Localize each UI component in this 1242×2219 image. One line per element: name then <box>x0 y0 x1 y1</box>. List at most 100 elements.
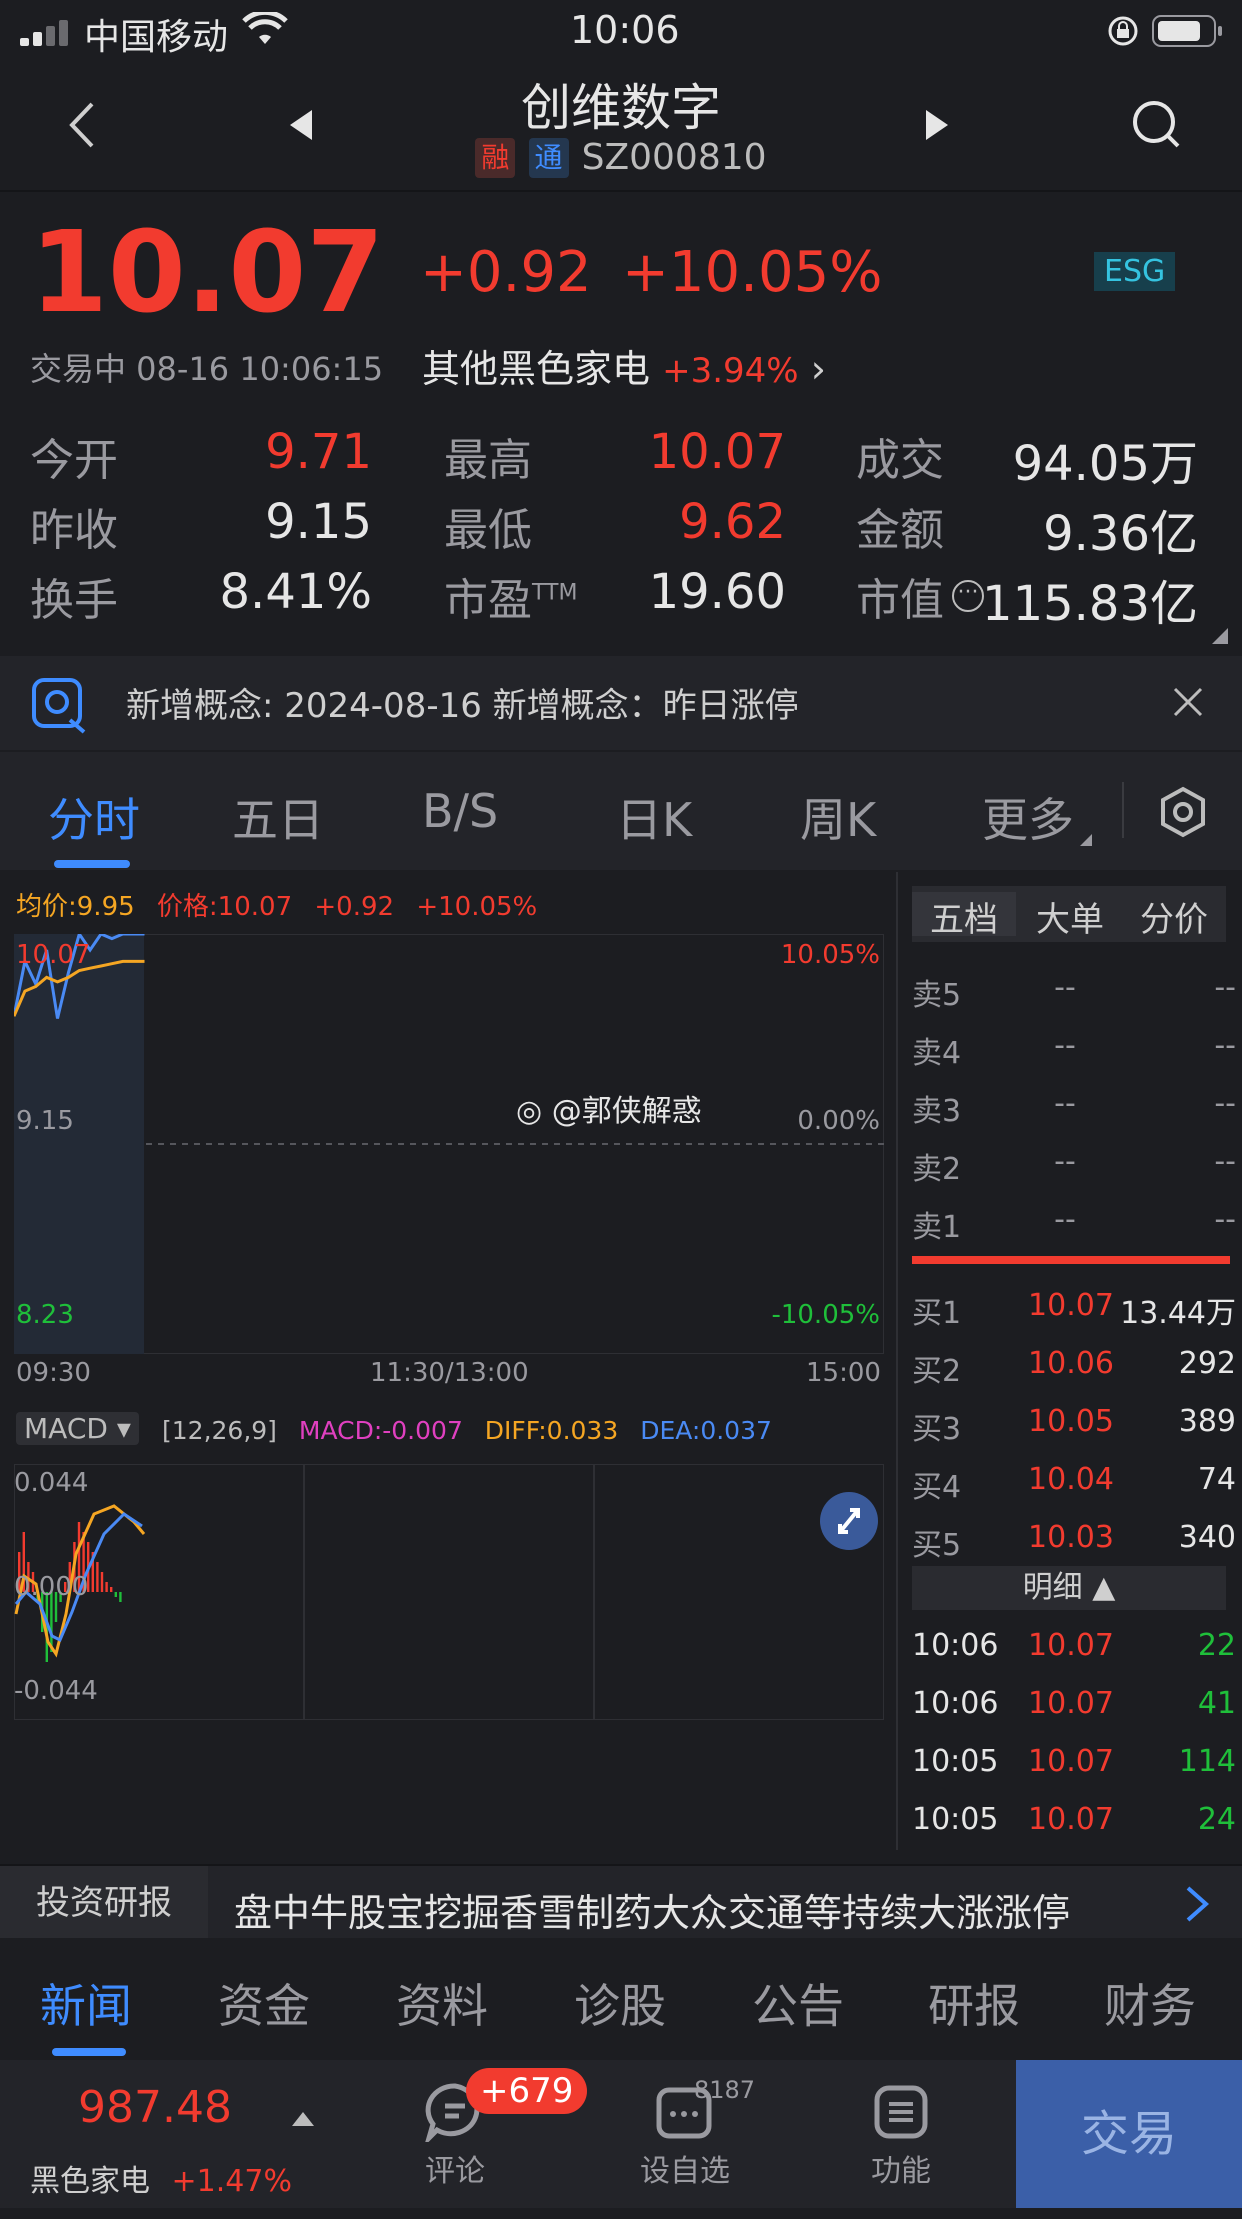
y-top-label: 10.07 <box>16 940 91 970</box>
macd-bar <box>100 1572 104 1592</box>
tab-more[interactable]: 更多 <box>982 784 1074 850</box>
watermark: ◎ @郭侠解惑 <box>516 1086 702 1130</box>
trade-button[interactable]: 交易 <box>1016 2060 1242 2208</box>
elapsed-shade <box>14 934 144 1354</box>
tab-intraday[interactable]: 分时 <box>48 784 140 850</box>
notice-icon <box>32 678 88 738</box>
fullscreen-button[interactable] <box>820 1492 878 1550</box>
index-pct: +1.47% <box>171 2164 292 2199</box>
tab-five-levels[interactable]: 五档 <box>912 892 1016 940</box>
tab-profile[interactable]: 资料 <box>396 1970 488 2036</box>
close-notice-button[interactable] <box>1172 686 1204 722</box>
sector-link[interactable]: 其他黑色家电 +3.94% › <box>422 338 826 393</box>
signal-icon <box>20 20 74 46</box>
field-label-volume: 成交 <box>856 435 944 486</box>
esg-badge[interactable]: ESG <box>1094 252 1176 291</box>
field-label-low: 最低 <box>444 505 532 556</box>
intraday-chart[interactable] <box>14 934 884 1354</box>
chart-area: 均价:9.95 价格:10.07 +0.92 +10.05% 10.07 10.… <box>0 872 1242 1872</box>
tick-time: 10:06 <box>912 1628 999 1663</box>
tab-daily-k[interactable]: 日K <box>616 784 692 850</box>
tab-finance[interactable]: 财务 <box>1104 1970 1196 2036</box>
sector-index[interactable]: 987.48 黑色家电 +1.47% <box>0 2060 330 2208</box>
tab-price-dist[interactable]: 分价 <box>1122 892 1226 941</box>
macd-selector[interactable]: MACD ▾ <box>16 1412 139 1445</box>
field-label-prev-close: 昨收 <box>30 505 118 556</box>
macd-bar <box>119 1592 122 1602</box>
macd-border <box>14 1464 884 1720</box>
next-stock-button[interactable] <box>924 110 948 144</box>
macd-bar <box>114 1592 117 1597</box>
tick-volume: 24 <box>1197 1802 1236 1837</box>
caret-up-icon: ▲ <box>1092 1570 1116 1605</box>
ask-volume: -- <box>1214 1028 1236 1063</box>
functions-button[interactable]: 功能 <box>846 2078 956 2198</box>
field-value-turnover: 8.41% <box>219 564 372 620</box>
tab-diagnosis[interactable]: 诊股 <box>574 1970 666 2036</box>
ask-price: -- <box>1054 1202 1076 1237</box>
ask-price: -- <box>1054 1028 1076 1063</box>
tab-announcements[interactable]: 公告 <box>752 1970 844 2036</box>
ask-label: 卖4 <box>912 1036 962 1071</box>
research-headline: 盘中牛股宝挖掘香雪制药大众交通等持续大涨涨停 <box>234 1891 1071 1935</box>
tab-weekly-k[interactable]: 周K <box>800 784 876 850</box>
tick-price: 10.07 <box>1028 1686 1114 1721</box>
last-price: 10.07 <box>30 208 385 338</box>
ask-price: -- <box>1054 970 1076 1005</box>
field-value-pe: 19.60 <box>648 564 786 620</box>
watermark-text: @郭侠解惑 <box>551 1094 702 1129</box>
notice-text: 新增概念: 2024-08-16 新增概念：昨日涨停 <box>126 686 799 726</box>
tick-volume: 41 <box>1197 1686 1236 1721</box>
bid-volume: 340 <box>1178 1520 1236 1555</box>
expand-corner-icon[interactable] <box>1212 628 1228 644</box>
status-bar: 中国移动 10:06 <box>0 0 1242 62</box>
bottom-toolbar: 987.48 黑色家电 +1.47% 评论 +679 设自选 8187 功能 交… <box>0 2060 1242 2208</box>
ask-label: 卖2 <box>912 1152 962 1187</box>
field-label-mktcap: 市值 <box>856 575 944 626</box>
tab-news[interactable]: 新闻 <box>40 1970 132 2036</box>
tab-research[interactable]: 研报 <box>928 1970 1020 2036</box>
research-bar[interactable]: 投资研报 盘中牛股宝挖掘香雪制药大众交通等持续大涨涨停 <box>0 1864 1242 1940</box>
tab-divider <box>1122 782 1124 838</box>
tab-active-indicator <box>54 860 130 868</box>
pct-mid-label: 0.00% <box>797 1106 880 1136</box>
expand-icon <box>838 1508 860 1534</box>
connect-tag: 通 <box>528 138 569 178</box>
x-end-label: 15:00 <box>806 1358 881 1388</box>
ask-label: 卖3 <box>912 1094 962 1129</box>
bid-volume: 13.44万 <box>1120 1296 1236 1331</box>
tick-volume: 22 <box>1197 1628 1236 1663</box>
field-value-high: 10.07 <box>648 424 786 480</box>
tab-five-day[interactable]: 五日 <box>232 784 324 850</box>
bid-label: 买4 <box>912 1470 962 1505</box>
chevron-right-icon: › <box>810 347 826 391</box>
tab-big-orders[interactable]: 大单 <box>1018 892 1122 941</box>
battery-icon <box>1152 14 1224 52</box>
caret-down-icon: ▾ <box>116 1412 131 1445</box>
field-label-pe: 市盈TTM <box>444 564 577 628</box>
ask-label: 卖5 <box>912 978 962 1013</box>
chart-settings-button[interactable] <box>1158 786 1208 842</box>
tab-bs[interactable]: B/S <box>422 784 498 838</box>
macd-name: MACD <box>24 1412 108 1445</box>
index-value: 987.48 <box>78 2082 232 2133</box>
concept-notice[interactable]: 新增概念: 2024-08-16 新增概念：昨日涨停 <box>0 656 1242 750</box>
gear-icon <box>1161 786 1205 838</box>
macd-chart[interactable] <box>14 1464 884 1720</box>
price-change: +0.92 <box>420 240 592 305</box>
price-change-pct: +10.05% <box>622 240 883 305</box>
tick-price: 10.07 <box>1028 1802 1114 1837</box>
ask-price: -- <box>1054 1144 1076 1179</box>
detail-header[interactable]: 明细 ▲ <box>912 1566 1226 1610</box>
field-label-turnover: 换手 <box>30 575 118 626</box>
search-button[interactable] <box>1130 98 1182 154</box>
bid-volume: 389 <box>1178 1404 1236 1439</box>
price-label: 价格:10.07 <box>156 892 293 922</box>
diff-value: DIFF:0.033 <box>484 1416 619 1445</box>
macd-bar <box>96 1562 99 1592</box>
stock-header: 创维数字 融 通 SZ000810 <box>0 62 1242 192</box>
functions-label: 功能 <box>871 2154 931 2189</box>
sector-pct: +3.94% <box>662 351 799 391</box>
research-next-button[interactable] <box>1184 1884 1210 1928</box>
tab-funds[interactable]: 资金 <box>218 1970 310 2036</box>
